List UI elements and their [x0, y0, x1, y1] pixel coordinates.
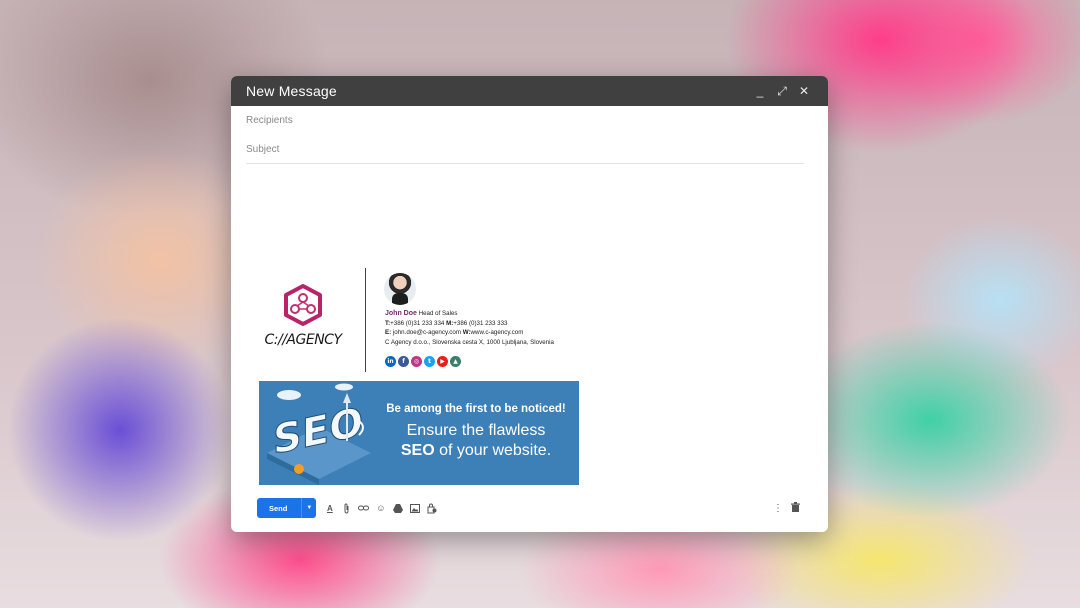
- send-button-group: Send ▼: [257, 498, 317, 518]
- logo-mark-icon: [284, 284, 322, 326]
- email-label: E:: [385, 329, 392, 336]
- avatar: [384, 273, 416, 305]
- contact-name: John Doe: [385, 310, 417, 317]
- expand-icon[interactable]: ⤢: [776, 84, 788, 99]
- send-options-chevron-icon[interactable]: ▼: [302, 498, 316, 518]
- formatting-tools: A ☺: [324, 502, 437, 514]
- web-link[interactable]: www.c-agency.com: [471, 329, 524, 336]
- send-button[interactable]: Send: [257, 498, 303, 518]
- email-link[interactable]: john.doe@c-agency.com: [393, 329, 461, 336]
- seo-banner[interactable]: SEO Be among the first to be noticed! En…: [259, 381, 579, 485]
- compose-window: New Message _ ⤢ ✕ Recipients Subject C:/…: [231, 76, 828, 532]
- compose-toolbar: Send ▼ A ☺ ⋮: [257, 498, 802, 518]
- emoji-icon[interactable]: ☺: [375, 503, 386, 514]
- confidential-icon[interactable]: [426, 502, 437, 514]
- banner-subheadline: SEO of your website.: [376, 441, 576, 461]
- banner-headline: Ensure the flawless: [406, 422, 546, 439]
- email-signature: C://AGENCY John Doe Head of Sales T:+386…: [258, 268, 578, 374]
- banner-tagline: Be among the first to be noticed!: [386, 403, 566, 415]
- agency-logo: C://AGENCY: [258, 284, 348, 354]
- seo-illustration: SEO: [267, 383, 371, 485]
- compose-titlebar: New Message _ ⤢ ✕: [231, 76, 828, 106]
- subject-placeholder: Subject: [246, 143, 280, 155]
- contact-details: John Doe Head of Sales T:+386 (0)31 233 …: [385, 309, 554, 347]
- recipients-placeholder: Recipients: [246, 114, 293, 126]
- more-options-icon[interactable]: ⋮: [773, 503, 783, 514]
- format-text-icon[interactable]: A: [324, 503, 335, 514]
- twitter-icon[interactable]: t: [424, 356, 435, 367]
- mobile-value: +386 (0)31 233 333: [453, 319, 508, 327]
- window-controls: _ ⤢ ✕: [754, 84, 810, 99]
- toolbar-right: ⋮: [773, 501, 802, 515]
- banner-text: Be among the first to be noticed! Ensure…: [376, 403, 576, 461]
- google-drive-icon[interactable]: ▲: [450, 356, 461, 367]
- instagram-icon[interactable]: ◎: [411, 356, 422, 367]
- window-title: New Message: [246, 83, 337, 99]
- logo-wordmark: C://AGENCY: [264, 332, 343, 348]
- contact-title: Head of Sales: [418, 310, 458, 317]
- recipients-field[interactable]: Recipients: [246, 106, 804, 135]
- image-icon[interactable]: [409, 503, 420, 514]
- link-icon[interactable]: [358, 503, 370, 514]
- youtube-icon[interactable]: ▶: [437, 356, 448, 367]
- facebook-icon[interactable]: f: [398, 356, 409, 367]
- web-label: W:: [462, 329, 471, 336]
- subject-field[interactable]: Subject: [246, 135, 804, 164]
- linkedin-icon[interactable]: in: [385, 356, 396, 367]
- attach-icon[interactable]: [341, 502, 352, 514]
- address: C Agency d.o.o., Slovenska cesta X, 1000…: [385, 338, 554, 346]
- banner-seo-rest: of your website.: [434, 442, 552, 459]
- signature-divider: [365, 268, 366, 372]
- close-icon[interactable]: ✕: [798, 84, 810, 98]
- drive-icon[interactable]: [392, 503, 403, 514]
- banner-seo-bold: SEO: [400, 442, 435, 459]
- minimize-icon[interactable]: _: [754, 84, 766, 98]
- phone-value: +386 (0)31 233 334: [390, 319, 445, 327]
- delete-icon[interactable]: [791, 501, 800, 515]
- social-icons: in f ◎ t ▶ ▲: [385, 356, 461, 367]
